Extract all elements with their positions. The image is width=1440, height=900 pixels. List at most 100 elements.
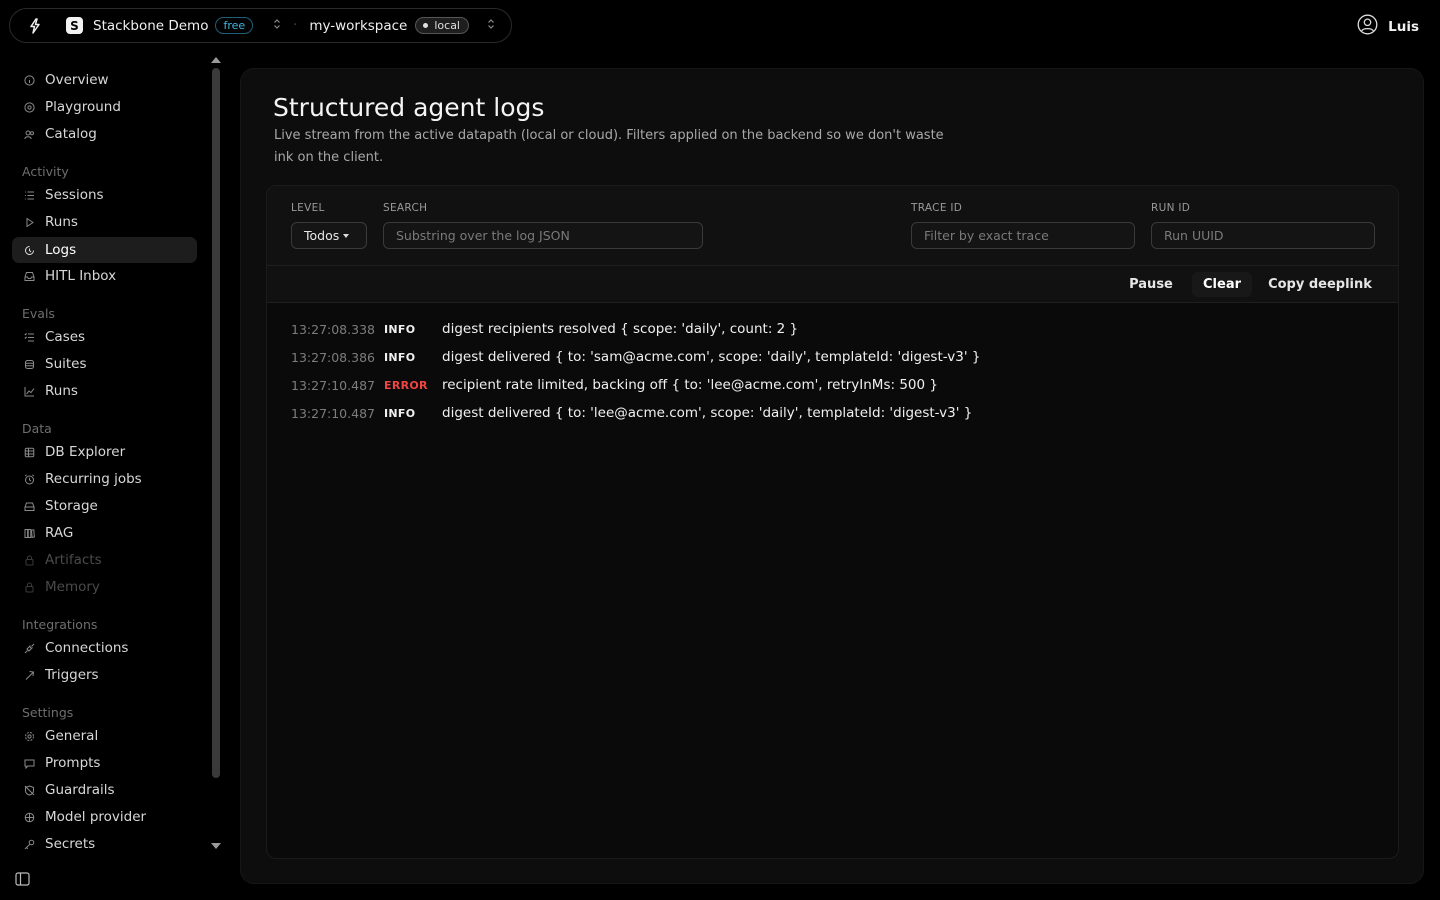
memory-icon [24, 582, 35, 593]
log-level: ERROR [384, 378, 428, 392]
trace-id-label: TRACE ID [911, 202, 963, 214]
sidebar-item-label: Runs [45, 383, 78, 399]
target-icon [24, 101, 35, 113]
sidebar-item-triggers[interactable]: Triggers [12, 662, 197, 688]
trace-id-input[interactable] [911, 222, 1135, 249]
env-dot-icon [423, 23, 429, 28]
sidebar-item-label: Storage [45, 498, 98, 514]
log-row[interactable]: 13:27:10.487 INFO digest delivered { to:… [267, 399, 1398, 427]
log-message: digest delivered { to: 'lee@acme.com', s… [442, 405, 973, 421]
filters-bar: LEVEL Todos SEARCH TRACE ID RUN ID [267, 186, 1398, 266]
plug-icon [24, 643, 35, 654]
pause-button[interactable]: Pause [1120, 272, 1182, 297]
sidebar-item-label: General [45, 728, 99, 744]
list-check-icon [24, 332, 35, 343]
key-icon [24, 839, 35, 850]
log-row[interactable]: 13:27:08.386 INFO digest delivered { to:… [267, 343, 1398, 371]
books-icon [24, 528, 35, 539]
sidebar-item-recurring-jobs[interactable]: Recurring jobs [12, 466, 197, 492]
user-menu[interactable]: Luis [1357, 14, 1419, 39]
sidebar-item-label: Cases [45, 329, 86, 345]
users-icon [24, 129, 35, 140]
sidebar-item-label: Overview [45, 72, 109, 88]
log-row[interactable]: 13:27:10.487 ERROR recipient rate limite… [267, 371, 1398, 399]
sidebar-scrollbar[interactable] [212, 68, 220, 778]
clock-icon [24, 473, 35, 485]
list-icon [24, 190, 35, 201]
gear-icon [24, 731, 35, 742]
log-level: INFO [384, 406, 416, 420]
sidebar-scroll-down-arrow[interactable] [211, 843, 221, 849]
caret-down-icon [343, 233, 350, 238]
sidebar-item-catalog[interactable]: Catalog [12, 121, 197, 147]
sidebar-item-label: Triggers [45, 667, 99, 683]
sidebar-item-label: Model provider [45, 809, 147, 825]
artifact-icon [24, 555, 35, 566]
database-icon [24, 447, 35, 458]
level-label: LEVEL [291, 202, 325, 214]
sidebar-item-hitl-inbox[interactable]: HITL Inbox [12, 263, 197, 289]
sidebar-collapse-icon[interactable] [15, 871, 30, 886]
sidebar-item-model-provider[interactable]: Model provider [12, 804, 197, 830]
sidebar-item-overview[interactable]: Overview [12, 67, 197, 93]
org-chevron-updown-icon[interactable] [271, 18, 283, 33]
workspace-switcher: S Stackbone Demo free · my-workspace loc… [9, 8, 512, 43]
sidebar-item-prompts[interactable]: Prompts [12, 750, 197, 776]
shield-off-icon [24, 784, 35, 796]
sidebar-item-suites[interactable]: Suites [12, 351, 197, 377]
org-logo: S [66, 17, 83, 34]
sidebar-item-general[interactable]: General [12, 723, 197, 749]
bolt-icon [24, 670, 35, 681]
sidebar-item-runs[interactable]: Runs [12, 209, 197, 235]
sidebar-item-label: HITL Inbox [45, 268, 117, 284]
stackbone-logo-icon[interactable] [24, 15, 46, 37]
sidebar-item-connections[interactable]: Connections [12, 635, 197, 661]
sidebar-scroll-up-arrow[interactable] [211, 57, 221, 63]
stack-icon [24, 359, 35, 370]
sidebar-item-sessions[interactable]: Sessions [12, 182, 197, 208]
log-message: digest recipients resolved { scope: 'dai… [442, 321, 799, 337]
log-row[interactable]: 13:27:08.338 INFO digest recipients reso… [267, 315, 1398, 343]
sidebar-item-logs[interactable]: Logs [12, 237, 197, 263]
section-integrations: Integrations [22, 617, 98, 632]
sidebar-item-guardrails[interactable]: Guardrails [12, 777, 197, 803]
sidebar-item-label: Catalog [45, 126, 97, 142]
org-name[interactable]: Stackbone Demo [93, 18, 208, 34]
log-list: 13:27:08.338 INFO digest recipients reso… [267, 303, 1398, 427]
sidebar-item-label: RAG [45, 525, 74, 541]
level-select-value: Todos [304, 228, 340, 243]
search-label: SEARCH [383, 202, 428, 214]
sidebar-item-label: Memory [45, 579, 100, 595]
section-evals: Evals [22, 306, 55, 321]
log-level: INFO [384, 350, 416, 364]
sidebar-item-playground[interactable]: Playground [12, 94, 197, 120]
search-input[interactable] [383, 222, 703, 249]
log-level: INFO [384, 322, 416, 336]
sidebar-item-db-explorer[interactable]: DB Explorer [12, 439, 197, 465]
sidebar-item-rag[interactable]: RAG [12, 520, 197, 546]
sidebar-item-label: Logs [45, 242, 77, 258]
sidebar-item-eval-runs[interactable]: Runs [12, 378, 197, 404]
level-select[interactable]: Todos [291, 222, 367, 249]
breadcrumb-separator: · [293, 18, 298, 33]
sidebar-item-cases[interactable]: Cases [12, 324, 197, 350]
workspace-name[interactable]: my-workspace [309, 18, 407, 34]
sidebar-item-label: Secrets [45, 836, 96, 852]
sidebar-item-label: Runs [45, 214, 78, 230]
run-id-input[interactable] [1151, 222, 1375, 249]
sidebar-item-label: Sessions [45, 187, 104, 203]
clear-button[interactable]: Clear [1192, 272, 1252, 297]
sidebar-item-label: Prompts [45, 755, 101, 771]
sidebar-item-secrets[interactable]: Secrets [12, 831, 197, 857]
sidebar-item-storage[interactable]: Storage [12, 493, 197, 519]
user-name: Luis [1388, 18, 1419, 35]
model-icon [24, 812, 35, 823]
sidebar-item-label: Connections [45, 640, 129, 656]
section-activity: Activity [22, 164, 69, 179]
sidebar-item-label: Artifacts [45, 552, 102, 568]
actions-bar: Pause Clear Copy deeplink [267, 266, 1398, 303]
workspace-chevron-updown-icon[interactable] [485, 18, 497, 33]
copy-deeplink-button[interactable]: Copy deeplink [1264, 272, 1376, 297]
inbox-icon [24, 271, 35, 282]
sidebar-item-label: Suites [45, 356, 87, 372]
